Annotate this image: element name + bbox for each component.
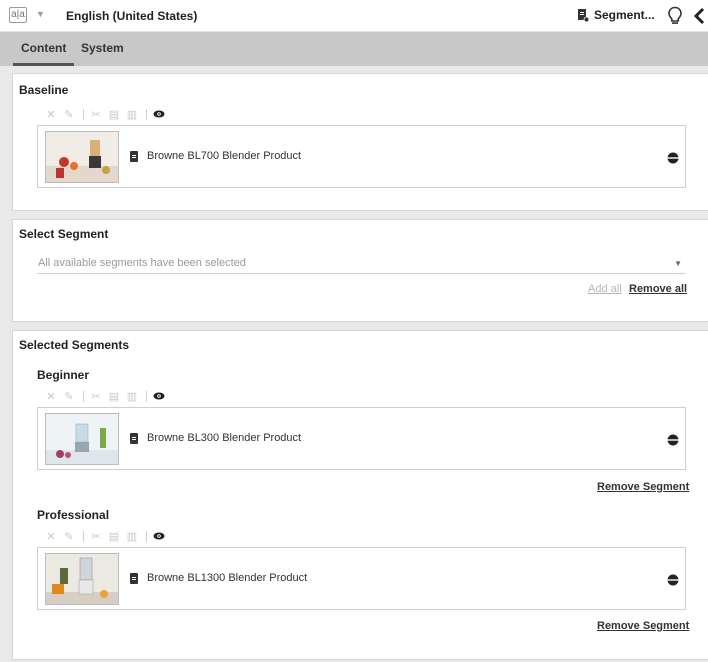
segment-select[interactable]: All available segments have been selecte… [37, 254, 686, 274]
globe-icon [667, 152, 679, 164]
eye-icon[interactable] [151, 389, 167, 403]
edit-icon[interactable]: ✎ [61, 107, 77, 121]
chevron-down-icon[interactable]: ▼ [36, 9, 45, 19]
product-thumbnail [45, 131, 119, 183]
globe-icon [667, 574, 679, 586]
add-all-link[interactable]: Add all [588, 283, 622, 295]
select-segment-title: Select Segment [19, 227, 109, 241]
locale-icon[interactable]: a|a [9, 7, 27, 23]
copy-icon[interactable]: ▤ [106, 389, 122, 403]
beginner-item[interactable]: Browne BL300 Blender Product [37, 407, 686, 470]
beginner-toolbar: ✕ ✎ ✂ ▤ ▥ [43, 389, 169, 403]
lightbulb-icon[interactable] [667, 6, 683, 26]
baseline-item[interactable]: Browne BL700 Blender Product [37, 125, 686, 188]
baseline-toolbar: ✕ ✎ ✂ ▤ ▥ [43, 107, 169, 121]
copy-icon[interactable]: ▤ [106, 107, 122, 121]
segment-doc-icon [578, 8, 589, 22]
close-icon[interactable]: ✕ [43, 529, 59, 543]
copy-icon[interactable]: ▤ [106, 529, 122, 543]
remove-segment-professional[interactable]: Remove Segment [597, 620, 689, 632]
toolbar-divider [83, 108, 84, 120]
selected-segments-panel: Selected Segments Beginner ✕ ✎ ✂ ▤ ▥ Bro… [12, 330, 708, 660]
professional-item[interactable]: Browne BL1300 Blender Product [37, 547, 686, 610]
tab-content[interactable]: Content [13, 32, 75, 66]
beginner-item-label: Browne BL300 Blender Product [147, 432, 302, 444]
cut-icon[interactable]: ✂ [88, 107, 104, 121]
eye-icon[interactable] [151, 107, 167, 121]
paste-icon[interactable]: ▥ [124, 529, 140, 543]
document-icon [130, 433, 138, 444]
tab-bar: Content System [0, 32, 708, 66]
paste-icon[interactable]: ▥ [124, 389, 140, 403]
baseline-panel: Baseline ✕ ✎ ✂ ▤ ▥ Browne BL700 Blender [12, 73, 708, 211]
toolbar-divider [83, 530, 84, 542]
toolbar-divider [146, 108, 147, 120]
segment-button[interactable]: Segment... [578, 8, 655, 22]
remove-segment-beginner[interactable]: Remove Segment [597, 481, 689, 493]
select-segment-panel: Select Segment All available segments ha… [12, 219, 708, 322]
product-thumbnail [45, 413, 119, 465]
document-icon [130, 573, 138, 584]
segment-name-beginner: Beginner [37, 368, 90, 382]
language-label[interactable]: English (United States) [66, 9, 197, 23]
remove-all-link[interactable]: Remove all [629, 283, 687, 295]
chevron-down-icon: ▼ [674, 259, 682, 268]
professional-item-label: Browne BL1300 Blender Product [147, 572, 308, 584]
globe-icon [667, 434, 679, 446]
toolbar-divider [83, 390, 84, 402]
segment-name-professional: Professional [37, 508, 110, 522]
edit-icon[interactable]: ✎ [61, 389, 77, 403]
document-icon [130, 151, 138, 162]
paste-icon[interactable]: ▥ [124, 107, 140, 121]
close-icon[interactable]: ✕ [43, 389, 59, 403]
cut-icon[interactable]: ✂ [88, 389, 104, 403]
selected-segments-title: Selected Segments [19, 338, 130, 352]
product-thumbnail [45, 553, 119, 605]
professional-toolbar: ✕ ✎ ✂ ▤ ▥ [43, 529, 169, 543]
toolbar-divider [146, 390, 147, 402]
edit-icon[interactable]: ✎ [61, 529, 77, 543]
close-icon[interactable]: ✕ [43, 107, 59, 121]
toolbar-divider [146, 530, 147, 542]
segment-select-value: All available segments have been selecte… [38, 257, 246, 269]
segment-button-label: Segment... [594, 8, 655, 22]
top-bar: a|a ▼ English (United States) Segment... [0, 0, 708, 32]
baseline-item-label: Browne BL700 Blender Product [147, 150, 302, 162]
cut-icon[interactable]: ✂ [88, 529, 104, 543]
tab-system[interactable]: System [73, 32, 132, 66]
collapse-arrow-icon[interactable] [692, 6, 706, 26]
eye-icon[interactable] [151, 529, 167, 543]
baseline-title: Baseline [19, 83, 69, 97]
